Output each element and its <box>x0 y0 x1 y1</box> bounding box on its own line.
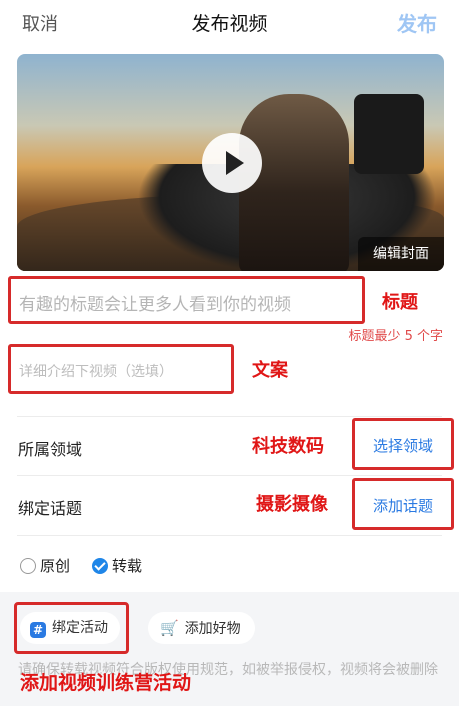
domain-label: 所属领域 <box>18 440 83 459</box>
topic-label: 绑定话题 <box>18 499 83 518</box>
radio-checked-icon <box>92 558 108 574</box>
add-goods-button[interactable]: 🛒 添加好物 <box>148 612 255 644</box>
radio-original-label: 原创 <box>40 557 71 575</box>
select-domain-label: 选择领域 <box>372 437 433 455</box>
bind-activity-label: 绑定活动 <box>52 620 108 636</box>
select-domain-button[interactable]: 选择领域 <box>352 418 454 470</box>
hashtag-icon: # <box>30 622 46 638</box>
page-title: 发布视频 <box>191 13 268 35</box>
video-thumbnail-person <box>239 94 349 271</box>
title-hint: 标题最少 5 个字 <box>348 329 443 344</box>
play-icon[interactable] <box>202 133 262 193</box>
divider <box>17 535 442 536</box>
top-bar: 取消 发布视频 发布 <box>0 0 459 44</box>
title-placeholder: 有趣的标题会让更多人看到你的视频 <box>19 295 291 315</box>
divider <box>17 475 442 476</box>
description-input[interactable]: 详细介绍下视频（选填） <box>8 344 234 394</box>
radio-original[interactable]: 原创 <box>20 555 70 576</box>
annotation-title: 标题 <box>382 292 418 313</box>
add-topic-label: 添加话题 <box>372 497 433 515</box>
publish-button[interactable]: 发布 <box>397 8 437 37</box>
add-goods-label: 添加好物 <box>184 621 241 637</box>
radio-repost-label: 转载 <box>112 557 143 575</box>
title-input[interactable]: 有趣的标题会让更多人看到你的视频 <box>8 276 365 324</box>
edit-cover-button[interactable]: 编辑封面 <box>358 237 444 271</box>
cart-icon: 🛒 <box>160 619 179 637</box>
annotation-domain: 科技数码 <box>252 436 324 457</box>
annotation-activity: 添加视频训练营活动 <box>20 672 192 694</box>
annotation-copy: 文案 <box>252 360 288 381</box>
video-thumbnail-camera <box>354 94 424 174</box>
annotation-topic: 摄影摄像 <box>256 494 328 515</box>
radio-unchecked-icon <box>20 558 36 574</box>
bind-activity-button[interactable]: # 绑定活动 <box>20 612 120 644</box>
divider <box>17 416 442 417</box>
add-topic-button[interactable]: 添加话题 <box>352 478 454 530</box>
radio-repost[interactable]: 转载 <box>92 555 142 576</box>
video-preview[interactable]: 编辑封面 <box>17 54 444 271</box>
description-placeholder: 详细介绍下视频（选填） <box>19 364 173 380</box>
